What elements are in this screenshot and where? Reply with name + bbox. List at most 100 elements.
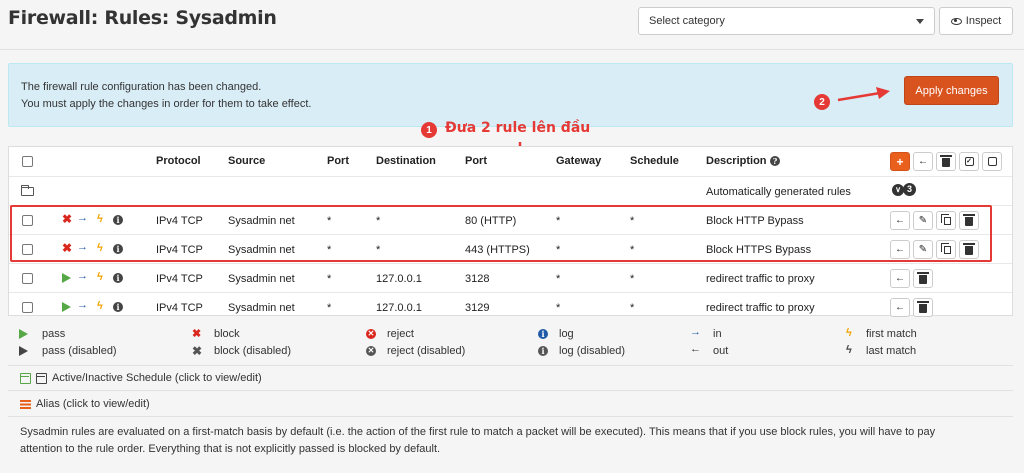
rule-gateway: * [556,273,561,285]
add-rule-button[interactable]: + [890,152,910,171]
trash-icon [917,301,929,313]
category-select-value: Select category [649,15,725,27]
copy-rule-button[interactable] [936,240,956,259]
description-help-icon[interactable]: ? [770,156,780,166]
legend-pass: pass [42,328,66,340]
legend-last-match-icon: ϟ [846,344,852,356]
rule-schedule: * [630,215,635,227]
log-icon[interactable]: i [113,273,123,283]
legend-log: log [559,328,574,340]
direction-in-icon: → [77,212,88,224]
log-icon[interactable]: i [113,215,123,225]
col-protocol: Protocol [156,155,201,167]
row-checkbox[interactable] [22,215,33,226]
folder-icon [21,185,34,196]
block-icon[interactable]: ✖ [62,242,72,254]
rule-dest-port: 80 (HTTP) [465,215,517,227]
direction-in-icon: → [77,241,88,253]
move-rules-button[interactable]: ← [913,152,933,171]
table-row: ✖ → ϟ i IPv4 TCP Sysadmin net * * 443 (H… [9,234,1012,263]
inspect-label: Inspect [965,15,1002,27]
legend: pass pass (disabled) ✖ block ✖ block (di… [8,322,1013,362]
legend-last-match: last match [866,345,917,357]
legend-block-disabled: block (disabled) [214,345,292,357]
legend-log-disabled-icon: i [538,346,548,356]
first-match-icon: ϟ [97,213,103,225]
category-select[interactable]: Select category [638,7,935,35]
log-icon[interactable]: i [113,302,123,312]
block-icon[interactable]: ✖ [62,213,72,225]
annotation-arrow-right [837,87,890,102]
trash-icon [963,214,975,226]
caret-down-icon [916,19,924,24]
edit-rule-button[interactable]: ✎ [913,240,933,259]
copy-icon [940,214,951,225]
delete-rule-button[interactable] [959,211,979,230]
schedule-inactive-icon [36,372,47,384]
row-checkbox[interactable] [22,244,33,255]
delete-rule-button[interactable] [913,269,933,288]
rule-gateway: * [556,215,561,227]
log-icon[interactable]: i [113,244,123,254]
edit-rule-button[interactable]: ✎ [913,211,933,230]
pass-icon[interactable] [62,302,71,312]
schedule-active-icon [20,372,31,384]
alias-note-text: Alias (click to view/edit) [36,398,150,410]
delete-selected-button[interactable] [936,152,956,171]
first-match-icon: ϟ [97,271,103,283]
move-rule-button[interactable]: ← [890,240,910,259]
trash-icon [917,272,929,284]
trash-icon [940,155,952,167]
auto-rules-toggle[interactable]: ∨ 3 [892,183,916,196]
rule-source-port: * [327,273,332,285]
table-row: → ϟ i IPv4 TCP Sysadmin net * 127.0.0.1 … [9,292,1012,321]
legend-out-icon: ← [690,343,701,355]
col-source: Source [228,155,266,167]
pass-icon[interactable] [62,273,71,283]
select-all-checkbox[interactable] [22,156,33,167]
rule-dest-port: 443 (HTTPS) [465,244,530,256]
inspect-button[interactable]: Inspect [939,7,1013,35]
legend-reject-disabled: reject (disabled) [387,345,466,357]
delete-rule-button[interactable] [959,240,979,259]
rule-gateway: * [556,244,561,256]
rule-schedule: * [630,244,635,256]
rule-source: Sysadmin net [228,302,295,314]
col-dest-port: Port [465,155,487,167]
rule-source-port: * [327,215,332,227]
eye-icon [950,17,962,25]
apply-changes-button[interactable]: Apply changes [904,76,999,105]
rule-source-port: * [327,302,332,314]
alias-list-icon [20,399,31,409]
rule-source-port: * [327,244,332,256]
row-checkbox[interactable] [22,302,33,313]
col-source-port: Port [327,155,349,167]
copy-icon [940,243,951,254]
move-rule-button[interactable]: ← [890,211,910,230]
legend-log-icon: i [538,329,548,339]
auto-rules-count: 3 [903,183,916,196]
move-rule-button[interactable]: ← [890,298,910,317]
rule-destination: 127.0.0.1 [376,273,422,285]
rules-info-note: Sysadmin rules are evaluated on a first-… [8,416,1013,466]
table-row: ✖ → ϟ i IPv4 TCP Sysadmin net * * 80 (HT… [9,205,1012,234]
toggle-selected-button[interactable]: ✓ [959,152,979,171]
rule-source: Sysadmin net [228,244,295,256]
auto-rules-row[interactable]: Automatically generated rules ∨ 3 [9,176,1012,205]
disable-selected-button[interactable] [982,152,1002,171]
trash-icon [963,243,975,255]
annotation-step-2-badge: 2 [814,94,830,110]
rule-protocol: IPv4 TCP [156,244,203,256]
move-rule-button[interactable]: ← [890,269,910,288]
rule-source: Sysadmin net [228,273,295,285]
first-match-icon: ϟ [97,242,103,254]
rule-destination: * [376,215,381,227]
col-destination: Destination [376,155,436,167]
table-header-row: Protocol Source Port Destination Port Ga… [9,147,1012,176]
row-checkbox[interactable] [22,273,33,284]
rule-destination: * [376,244,381,256]
delete-rule-button[interactable] [913,298,933,317]
legend-in: in [713,328,722,340]
copy-rule-button[interactable] [936,211,956,230]
schedule-note: Active/Inactive Schedule (click to view/… [20,372,262,384]
